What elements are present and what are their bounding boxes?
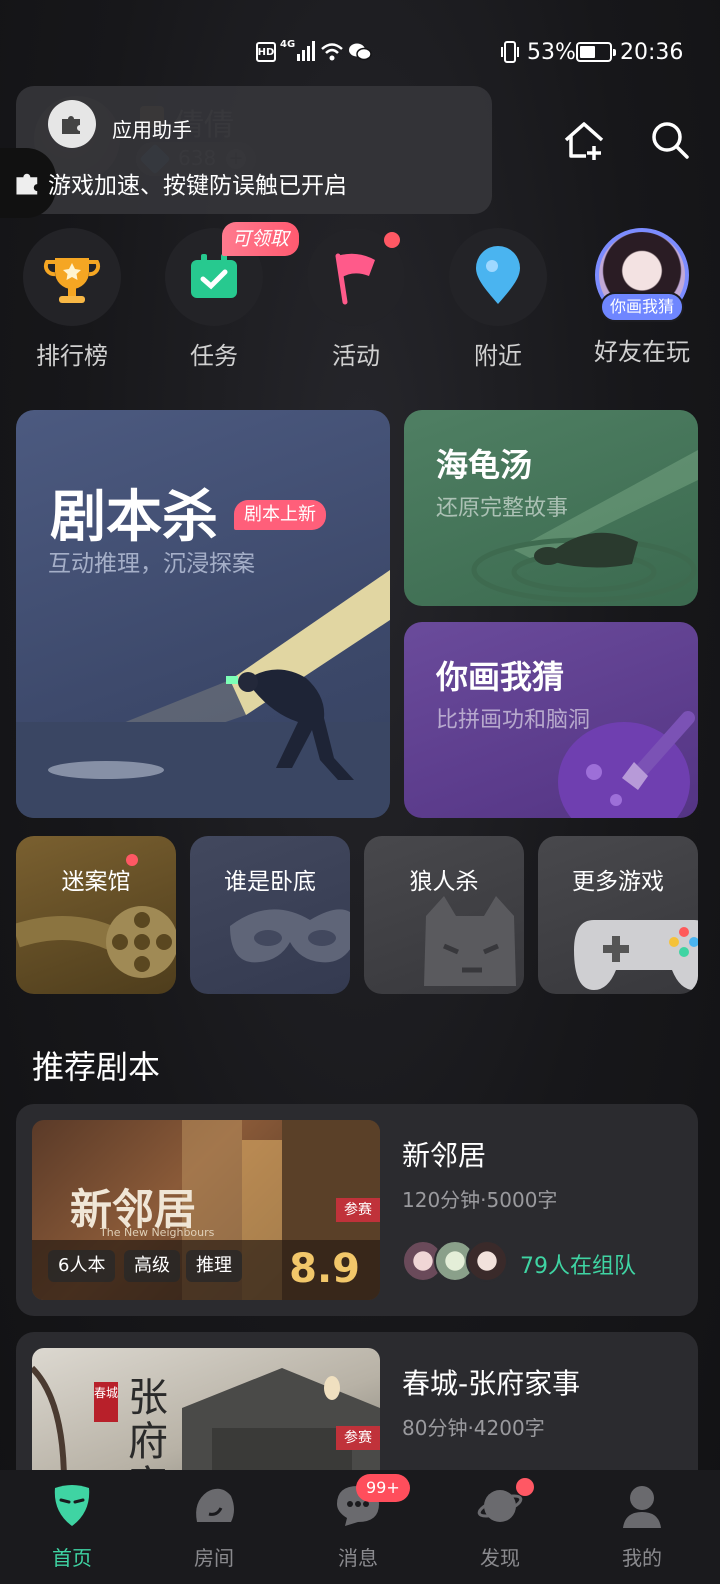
quick-label: 任务 <box>190 342 238 370</box>
battery-fill <box>580 46 595 58</box>
tab-label: 房间 <box>194 1546 234 1570</box>
card-title: 海龟汤 <box>436 446 533 484</box>
battery-icon <box>576 42 616 62</box>
mask-face-icon <box>54 1485 90 1526</box>
card-draw-guess[interactable]: 你画我猜 比拼画功和脑洞 <box>404 622 698 818</box>
mystery-hall-red-dot <box>126 854 138 866</box>
card-werewolf[interactable]: 狼人杀 <box>364 836 524 994</box>
quick-activity[interactable]: 活动 <box>286 228 426 371</box>
script-name: 春城-张府家事 <box>402 1367 581 1400</box>
search-icon[interactable] <box>650 120 690 160</box>
script-tag: 6人本 <box>48 1250 116 1282</box>
activity-red-dot <box>384 232 400 248</box>
cover-subtitle: The New Neighbours <box>100 1226 215 1239</box>
card-script-murder[interactable]: 剧本杀 剧本上新 互动推理，沉浸探案 <box>16 410 390 818</box>
section-title-recommended: 推荐剧本 <box>32 1048 161 1086</box>
trophy-icon <box>23 228 121 326</box>
app-assistant-toast[interactable]: 应用助手 游戏加速、按键防误触已开启 <box>0 86 492 218</box>
card-subtitle: 比拼画功和脑洞 <box>436 708 591 733</box>
small-card-title: 狼人杀 <box>409 869 479 895</box>
contest-tag: 参赛 <box>336 1426 380 1450</box>
tab-label: 发现 <box>480 1546 520 1570</box>
tab-discover[interactable]: 发现 <box>428 1470 572 1584</box>
quick-ranking[interactable]: 排行榜 <box>2 228 142 371</box>
card-subtitle: 还原完整故事 <box>436 496 569 521</box>
location-pin-icon <box>449 228 547 326</box>
card-mystery-hall[interactable]: 迷案馆 <box>16 836 176 994</box>
gamepad-icon <box>574 920 698 990</box>
script-tag: 推理 <box>186 1250 242 1282</box>
script-name: 新邻居 <box>402 1139 487 1172</box>
vibrate-icon <box>501 41 519 63</box>
quick-label: 附近 <box>474 342 522 370</box>
toast-app-name: 应用助手 <box>112 118 192 142</box>
tab-label: 首页 <box>52 1546 92 1570</box>
friend-game-badge: 你画我猜 <box>600 292 684 322</box>
card-undercover[interactable]: 谁是卧底 <box>190 836 350 994</box>
script-meta: 120分钟·5000字 <box>402 1188 558 1212</box>
small-card-title: 更多游戏 <box>572 869 664 895</box>
tab-label: 消息 <box>338 1546 378 1570</box>
cover-seal: 春城 <box>94 1382 118 1422</box>
quick-label: 好友在玩 <box>594 338 690 366</box>
recommended-item[interactable]: 新邻居 The New Neighbours 参赛 6人本 高级 推理 8.9 … <box>16 1104 698 1316</box>
create-room-icon[interactable] <box>562 120 606 160</box>
quick-label: 活动 <box>332 342 380 370</box>
room-icon <box>196 1488 234 1522</box>
toast-message: 游戏加速、按键防误触已开启 <box>48 173 347 199</box>
card-more-games[interactable]: 更多游戏 <box>538 836 698 994</box>
signal-icon <box>297 41 315 61</box>
messages-badge: 99+ <box>356 1474 410 1502</box>
script-meta: 80分钟·4200字 <box>402 1416 545 1440</box>
tab-label: 我的 <box>622 1546 662 1570</box>
contest-tag: 参赛 <box>336 1198 380 1222</box>
small-card-title: 谁是卧底 <box>224 869 316 895</box>
card-title: 你画我猜 <box>436 658 565 696</box>
tab-home[interactable]: 首页 <box>0 1470 144 1584</box>
discover-red-dot <box>516 1478 534 1496</box>
avatar <box>466 1240 508 1282</box>
puzzle-icon <box>48 100 96 148</box>
card-subtitle: 互动推理，沉浸探案 <box>48 551 255 577</box>
new-script-tag: 剧本上新 <box>234 500 326 530</box>
card-turtle-soup[interactable]: 海龟汤 还原完整故事 <box>404 410 698 606</box>
script-cover: 新邻居 The New Neighbours 参赛 6人本 高级 推理 8.9 <box>32 1120 380 1300</box>
script-tag: 高级 <box>124 1250 180 1282</box>
film-reel-icon <box>16 906 176 978</box>
mask-icon <box>230 909 350 963</box>
card-title: 剧本杀 <box>50 485 218 550</box>
profile-icon <box>623 1486 661 1528</box>
quick-nearby[interactable]: 附近 <box>428 228 568 371</box>
wifi-icon <box>321 43 343 61</box>
team-count: 79人在组队 <box>520 1254 636 1279</box>
hd-icon: HD <box>256 42 276 62</box>
small-card-title: 迷案馆 <box>61 869 131 895</box>
tab-profile[interactable]: 我的 <box>570 1470 714 1584</box>
network-type: 4G <box>280 39 296 50</box>
tab-rooms[interactable]: 房间 <box>142 1470 286 1584</box>
wechat-icon <box>349 43 372 61</box>
wolf-icon <box>424 896 516 986</box>
clock: 20:36 <box>620 40 684 65</box>
quick-label: 排行榜 <box>36 342 108 370</box>
script-score: 8.9 <box>289 1246 360 1292</box>
battery-percent: 53% <box>527 40 576 65</box>
